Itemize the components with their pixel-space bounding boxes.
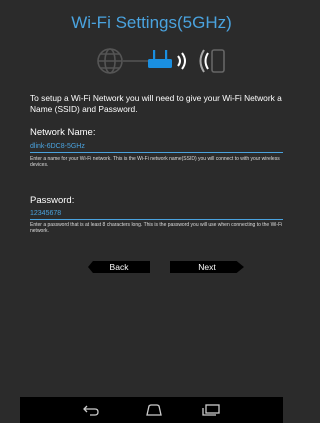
password-label: Password:: [30, 195, 75, 206]
password-help: Enter a password that is at least 8 char…: [30, 222, 283, 235]
wifi-signal-icon: [177, 52, 186, 70]
network-name-input[interactable]: dlink-6DC8-5GHz: [30, 143, 85, 150]
home-nav-icon[interactable]: [144, 403, 164, 417]
network-name-label: Network Name:: [30, 127, 96, 138]
network-name-underline: [30, 152, 283, 153]
app-screen: Wi-Fi Settings(5GHz) To setup a Wi-Fi Ne…: [20, 0, 283, 423]
connection-diagram: [97, 48, 225, 74]
back-button[interactable]: Back: [88, 261, 150, 273]
network-name-help: Enter a name for your Wi-Fi network. Thi…: [30, 156, 280, 169]
password-underline: [30, 219, 283, 220]
phone-icon: [199, 49, 225, 73]
globe-icon: [97, 48, 123, 74]
intro-text: To setup a Wi-Fi Network you will need t…: [30, 93, 282, 114]
page-title: Wi-Fi Settings(5GHz): [71, 13, 232, 32]
back-nav-icon[interactable]: [82, 403, 100, 417]
recents-nav-icon[interactable]: [200, 403, 222, 417]
next-button[interactable]: Next: [170, 261, 244, 273]
router-icon: [148, 50, 172, 68]
password-input[interactable]: 12345678: [30, 210, 61, 217]
system-navigation-bar: [20, 397, 283, 423]
